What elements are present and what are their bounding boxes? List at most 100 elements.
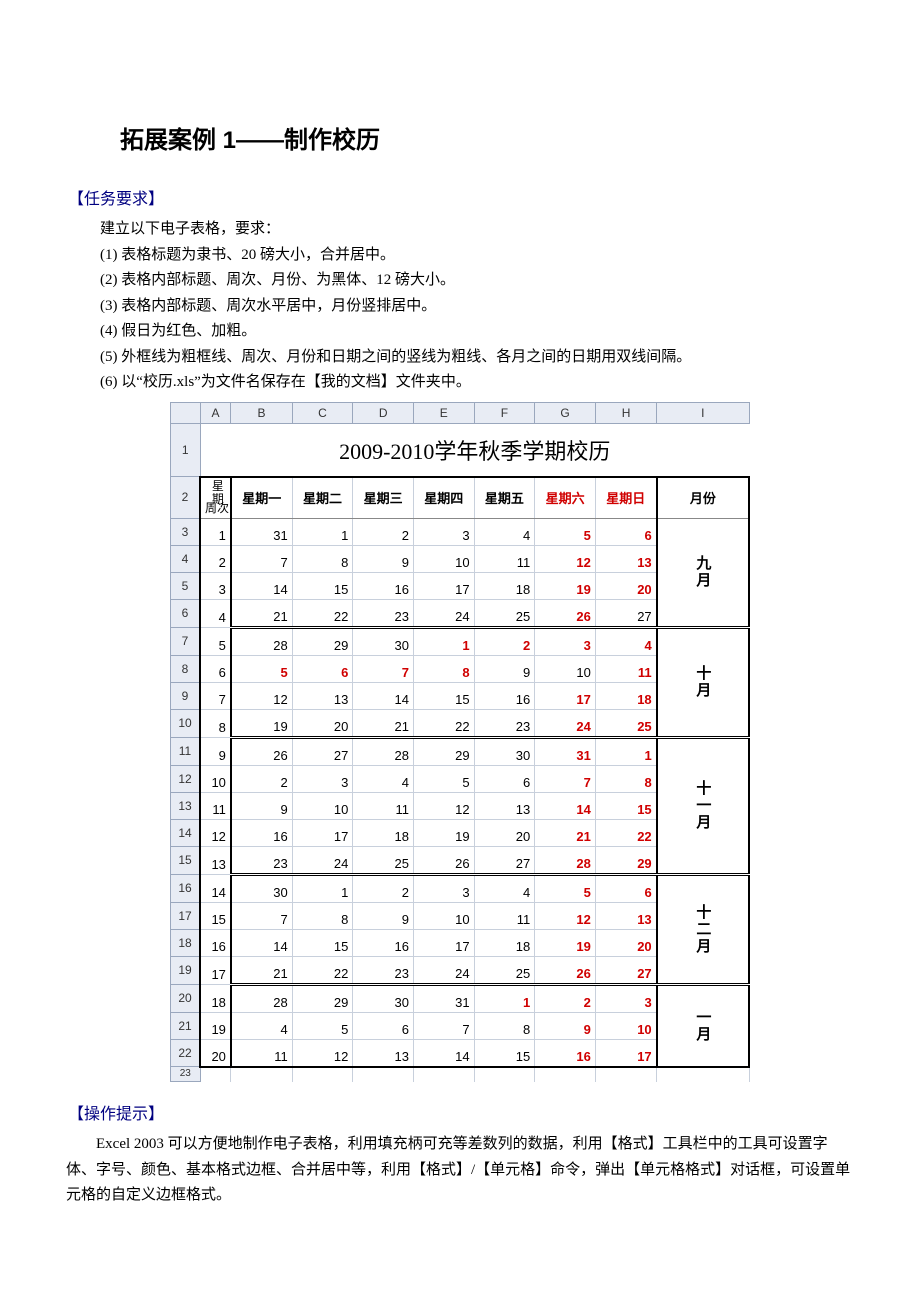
date-cell: 9 [231, 792, 292, 819]
date-cell: 7 [231, 902, 292, 929]
date-cell: 1 [292, 518, 353, 545]
date-cell: 27 [595, 599, 656, 627]
date-cell: 12 [292, 1039, 353, 1067]
date-cell: 19 [535, 929, 596, 956]
date-cell: 10 [292, 792, 353, 819]
date-cell: 12 [535, 545, 596, 572]
date-cell: 14 [535, 792, 596, 819]
date-cell: 14 [413, 1039, 474, 1067]
row-number: 19 [171, 956, 201, 984]
week-number: 9 [200, 737, 231, 765]
date-cell: 10 [413, 902, 474, 929]
date-cell: 22 [292, 599, 353, 627]
week-number: 13 [200, 846, 231, 874]
date-cell: 25 [353, 846, 414, 874]
hints-text: Excel 2003 可以方便地制作电子表格，利用填充柄可充等差数列的数据，利用… [66, 1132, 854, 1209]
empty-cell [231, 1067, 292, 1082]
week-number: 20 [200, 1039, 231, 1067]
row-number: 13 [171, 792, 201, 819]
date-cell: 7 [353, 655, 414, 682]
date-cell: 13 [595, 545, 656, 572]
row-number: 6 [171, 599, 201, 627]
date-cell: 11 [474, 902, 535, 929]
weekday-header: 星期六 [535, 477, 596, 519]
weekday-header: 星期一 [231, 477, 292, 519]
date-cell: 29 [292, 627, 353, 655]
date-cell: 17 [413, 929, 474, 956]
date-cell: 9 [353, 545, 414, 572]
row-number: 23 [171, 1067, 201, 1082]
month-cell: 九月 [657, 518, 749, 627]
row-number: 7 [171, 627, 201, 655]
column-letter: C [292, 402, 353, 423]
date-cell: 5 [292, 1012, 353, 1039]
date-cell: 15 [413, 682, 474, 709]
date-cell: 14 [231, 572, 292, 599]
spreadsheet-screenshot: ABCDEFGHI12009-2010学年秋季学期校历2星期周次星期一星期二星期… [170, 402, 750, 1083]
week-number: 6 [200, 655, 231, 682]
week-number: 11 [200, 792, 231, 819]
sheet-corner [171, 402, 201, 423]
date-cell: 18 [353, 819, 414, 846]
date-cell: 20 [595, 572, 656, 599]
date-cell: 10 [595, 1012, 656, 1039]
row-number: 9 [171, 682, 201, 709]
date-cell: 15 [292, 572, 353, 599]
date-cell: 8 [292, 545, 353, 572]
date-cell: 29 [413, 737, 474, 765]
date-cell: 29 [292, 984, 353, 1012]
date-cell: 9 [535, 1012, 596, 1039]
date-cell: 20 [595, 929, 656, 956]
date-cell: 17 [535, 682, 596, 709]
date-cell: 3 [413, 518, 474, 545]
row-number: 16 [171, 874, 201, 902]
row-number: 15 [171, 846, 201, 874]
row-number: 11 [171, 737, 201, 765]
month-cell: 十月 [657, 627, 749, 737]
date-cell: 27 [474, 846, 535, 874]
date-cell: 28 [231, 984, 292, 1012]
date-cell: 3 [413, 874, 474, 902]
date-cell: 19 [413, 819, 474, 846]
week-number: 1 [200, 518, 231, 545]
row-number: 4 [171, 545, 201, 572]
date-cell: 6 [474, 765, 535, 792]
date-cell: 26 [535, 599, 596, 627]
month-header: 月份 [657, 477, 749, 519]
date-cell: 21 [231, 956, 292, 984]
date-cell: 3 [595, 984, 656, 1012]
date-cell: 8 [292, 902, 353, 929]
page-heading: 拓展案例 1——制作校历 [120, 120, 860, 155]
date-cell: 21 [231, 599, 292, 627]
date-cell: 25 [474, 599, 535, 627]
week-number: 5 [200, 627, 231, 655]
date-cell: 2 [535, 984, 596, 1012]
week-number: 18 [200, 984, 231, 1012]
date-cell: 23 [353, 599, 414, 627]
date-cell: 8 [474, 1012, 535, 1039]
hints-header: 【操作提示】 [68, 1100, 860, 1124]
date-cell: 24 [413, 599, 474, 627]
requirement-item: (2) 表格内部标题、周次、月份、为黑体、12 磅大小。 [100, 268, 860, 294]
column-letter: F [474, 402, 535, 423]
date-cell: 6 [292, 655, 353, 682]
week-number: 12 [200, 819, 231, 846]
row-number: 2 [171, 477, 201, 519]
date-cell: 19 [231, 709, 292, 737]
date-cell: 22 [413, 709, 474, 737]
week-number: 14 [200, 874, 231, 902]
date-cell: 20 [292, 709, 353, 737]
date-cell: 21 [535, 819, 596, 846]
date-cell: 30 [474, 737, 535, 765]
date-cell: 22 [595, 819, 656, 846]
date-cell: 4 [474, 874, 535, 902]
date-cell: 7 [535, 765, 596, 792]
table-title: 2009-2010学年秋季学期校历 [200, 423, 749, 477]
date-cell: 26 [535, 956, 596, 984]
date-cell: 11 [353, 792, 414, 819]
month-cell: 十二月 [657, 874, 749, 984]
date-cell: 18 [474, 929, 535, 956]
week-number: 4 [200, 599, 231, 627]
column-letter: I [657, 402, 749, 423]
requirement-item: (1) 表格标题为隶书、20 磅大小，合并居中。 [100, 243, 860, 269]
